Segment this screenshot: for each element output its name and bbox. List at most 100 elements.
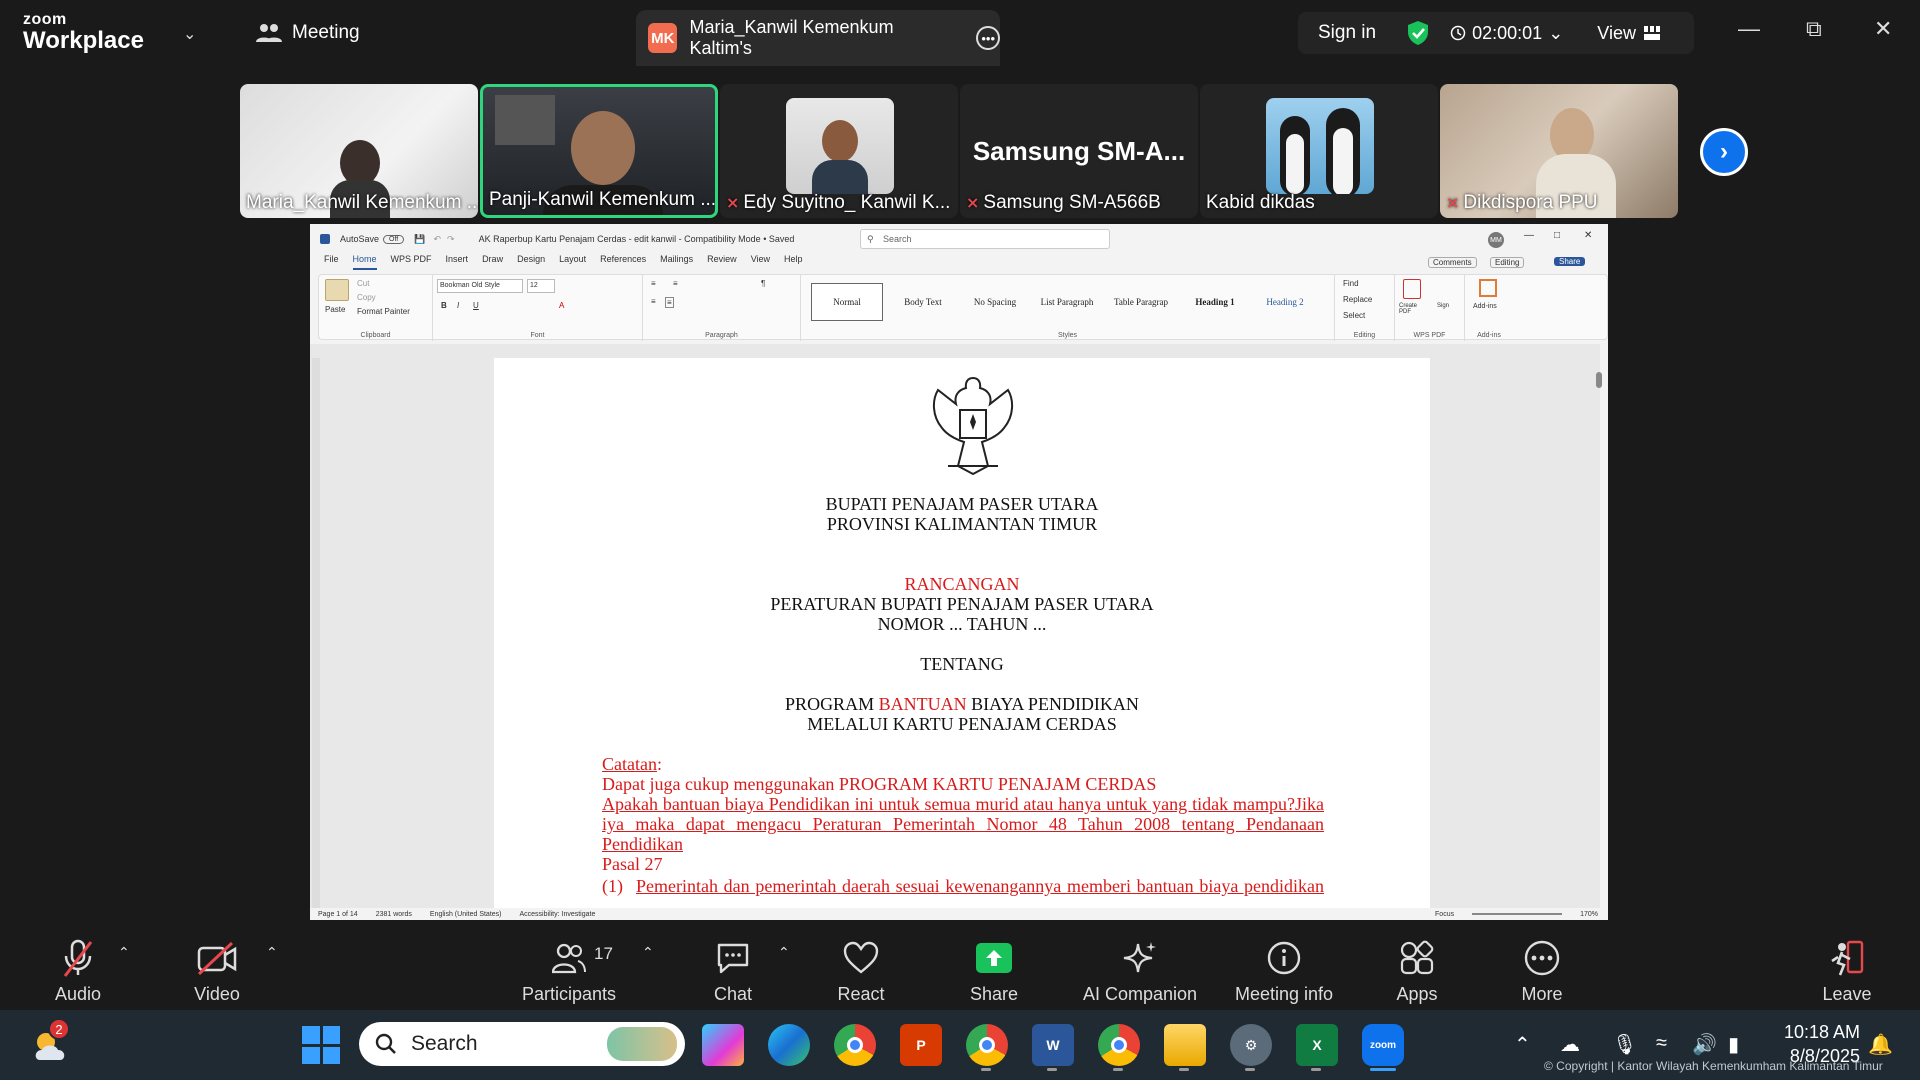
save-icon[interactable]: 💾 bbox=[414, 234, 425, 245]
align-center-icon[interactable]: ≡ bbox=[665, 297, 674, 308]
autosave-toggle[interactable]: Off bbox=[383, 234, 405, 244]
share-button[interactable]: Share bbox=[1554, 257, 1586, 266]
sign-in-button[interactable]: Sign in bbox=[1318, 22, 1376, 44]
style-heading-2[interactable]: Heading 2 bbox=[1249, 283, 1321, 321]
paste-button[interactable]: Paste bbox=[325, 305, 345, 314]
menu-help[interactable]: Help bbox=[784, 254, 803, 270]
copy-button[interactable]: Copy bbox=[357, 293, 376, 302]
style-body-text[interactable]: Body Text bbox=[887, 283, 959, 321]
numbering-icon[interactable]: ≡ bbox=[673, 279, 678, 288]
font-color-icon[interactable]: A bbox=[559, 301, 564, 310]
menu-draw[interactable]: Draw bbox=[482, 254, 503, 270]
page-count[interactable]: Page 1 of 14 bbox=[318, 911, 358, 918]
windows-start-icon[interactable] bbox=[302, 1026, 340, 1064]
word-search-box[interactable]: ⚲ Search bbox=[860, 229, 1110, 249]
next-page-arrow-icon[interactable]: › bbox=[1700, 128, 1748, 176]
word-count[interactable]: 2381 words bbox=[376, 911, 412, 918]
menu-design[interactable]: Design bbox=[517, 254, 545, 270]
user-avatar[interactable]: MM bbox=[1488, 232, 1504, 248]
zoom-app-icon[interactable]: zoom bbox=[1362, 1024, 1404, 1066]
language-status[interactable]: English (United States) bbox=[430, 911, 502, 918]
sign-button[interactable]: Sign bbox=[1437, 303, 1449, 309]
participant-tile[interactable]: Maria_Kanwil Kemenkum ... bbox=[240, 84, 478, 218]
cut-button[interactable]: Cut bbox=[357, 279, 369, 288]
create-pdf-button[interactable]: Create PDF bbox=[1399, 303, 1429, 315]
share-screen-button[interactable]: Share bbox=[934, 938, 1054, 1005]
meeting-info-button[interactable]: Meeting info bbox=[1224, 938, 1344, 1005]
scrollbar-thumb[interactable] bbox=[1596, 372, 1602, 388]
react-button[interactable]: React bbox=[801, 938, 921, 1005]
menu-view[interactable]: View bbox=[751, 254, 770, 270]
style-table-paragraph[interactable]: Table Paragrap bbox=[1103, 283, 1179, 321]
menu-insert[interactable]: Insert bbox=[446, 254, 469, 270]
close-icon[interactable]: ✕ bbox=[1584, 230, 1592, 241]
microphone-icon[interactable]: 🎙 bbox=[1612, 1032, 1637, 1057]
show-formatting-icon[interactable]: ¶ bbox=[761, 279, 765, 288]
participant-tile[interactable]: ⨯ Dikdispora PPU bbox=[1440, 84, 1678, 218]
font-name-select[interactable]: Bookman Old Style bbox=[437, 279, 523, 293]
bullets-icon[interactable]: ≡ bbox=[651, 279, 656, 288]
zoom-level[interactable]: 170% bbox=[1580, 911, 1598, 918]
addins-button[interactable]: Add-ins bbox=[1473, 303, 1497, 310]
comments-button[interactable]: Comments bbox=[1428, 257, 1477, 268]
focus-button[interactable]: Focus bbox=[1435, 911, 1454, 918]
battery-icon[interactable]: ▮ bbox=[1728, 1032, 1739, 1057]
audio-options-caret-icon[interactable]: ⌃ bbox=[118, 944, 130, 961]
close-icon[interactable]: ✕ bbox=[1874, 16, 1892, 42]
wifi-icon[interactable]: ≈ bbox=[1656, 1032, 1667, 1055]
style-heading-1[interactable]: Heading 1 bbox=[1179, 283, 1251, 321]
participants-caret-icon[interactable]: ⌃ bbox=[642, 944, 654, 961]
video-button[interactable]: Video bbox=[157, 938, 277, 1005]
undo-icon[interactable]: ↶ bbox=[433, 234, 441, 245]
style-no-spacing[interactable]: No Spacing bbox=[959, 283, 1031, 321]
leave-button[interactable]: Leave bbox=[1787, 938, 1907, 1005]
apps-button[interactable]: Apps bbox=[1357, 938, 1477, 1005]
redo-icon[interactable]: ↷ bbox=[447, 234, 455, 245]
underline-button[interactable]: U bbox=[473, 301, 479, 310]
participant-tile[interactable]: ⨯ Edy Suyitno_ Kanwil K... bbox=[720, 84, 958, 218]
chat-button[interactable]: Chat bbox=[673, 938, 793, 1005]
edge-browser-icon[interactable] bbox=[768, 1024, 810, 1066]
word-icon[interactable]: W bbox=[1032, 1024, 1074, 1066]
style-normal[interactable]: Normal bbox=[811, 283, 883, 321]
show-hidden-icons-chevron-icon[interactable]: ⌃ bbox=[1514, 1032, 1531, 1057]
document-page[interactable]: BUPATI PENAJAM PASER UTARA PROVINSI KALI… bbox=[494, 358, 1430, 918]
volume-icon[interactable]: 🔊 bbox=[1692, 1032, 1717, 1057]
chat-caret-icon[interactable]: ⌃ bbox=[778, 944, 790, 961]
excel-icon[interactable]: X bbox=[1296, 1024, 1338, 1066]
participant-tile[interactable]: Kabid dikdas bbox=[1200, 84, 1438, 218]
align-left-icon[interactable]: ≡ bbox=[651, 297, 656, 306]
zoom-slider[interactable] bbox=[1472, 913, 1563, 915]
meeting-menu[interactable]: Meeting bbox=[256, 22, 360, 44]
menu-review[interactable]: Review bbox=[707, 254, 737, 270]
chrome-profile-p-icon[interactable] bbox=[1098, 1024, 1140, 1066]
more-options-icon[interactable]: ••• bbox=[976, 26, 1000, 50]
editing-mode-button[interactable]: Editing bbox=[1490, 257, 1525, 268]
copilot-icon[interactable] bbox=[702, 1024, 744, 1066]
ai-companion-button[interactable]: AI Companion bbox=[1070, 938, 1210, 1005]
bold-button[interactable]: B bbox=[441, 301, 447, 310]
menu-mailings[interactable]: Mailings bbox=[660, 254, 693, 270]
menu-layout[interactable]: Layout bbox=[559, 254, 586, 270]
menu-wps-pdf[interactable]: WPS PDF bbox=[391, 254, 432, 270]
minimize-icon[interactable]: — bbox=[1738, 16, 1760, 42]
onedrive-cloud-icon[interactable]: ☁ bbox=[1560, 1032, 1580, 1057]
participant-tile[interactable]: Samsung SM-A... ⨯ Samsung SM-A566B bbox=[960, 84, 1198, 218]
addins-icon[interactable] bbox=[1479, 279, 1497, 297]
settings-gear-icon[interactable]: ⚙ bbox=[1230, 1024, 1272, 1066]
accessibility-status[interactable]: Accessibility: Investigate bbox=[520, 911, 596, 918]
vertical-scrollbar[interactable] bbox=[1596, 358, 1602, 908]
file-explorer-icon[interactable] bbox=[1164, 1024, 1206, 1066]
participant-tile-active-speaker[interactable]: Panji-Kanwil Kemenkum ... bbox=[480, 84, 718, 218]
more-button[interactable]: More bbox=[1482, 938, 1602, 1005]
encryption-shield-icon[interactable] bbox=[1406, 20, 1430, 46]
meeting-tab[interactable]: MK Maria_Kanwil Kemenkum Kaltim's ••• bbox=[636, 10, 1000, 66]
menu-home[interactable]: Home bbox=[352, 254, 377, 270]
select-button[interactable]: Select bbox=[1343, 311, 1365, 320]
font-size-select[interactable]: 12 bbox=[527, 279, 555, 293]
paste-icon[interactable] bbox=[325, 279, 349, 301]
taskbar-search-box[interactable]: Search bbox=[359, 1022, 685, 1066]
view-button[interactable]: View bbox=[1597, 23, 1660, 44]
find-button[interactable]: Find bbox=[1343, 279, 1359, 288]
replace-button[interactable]: Replace bbox=[1343, 295, 1372, 304]
